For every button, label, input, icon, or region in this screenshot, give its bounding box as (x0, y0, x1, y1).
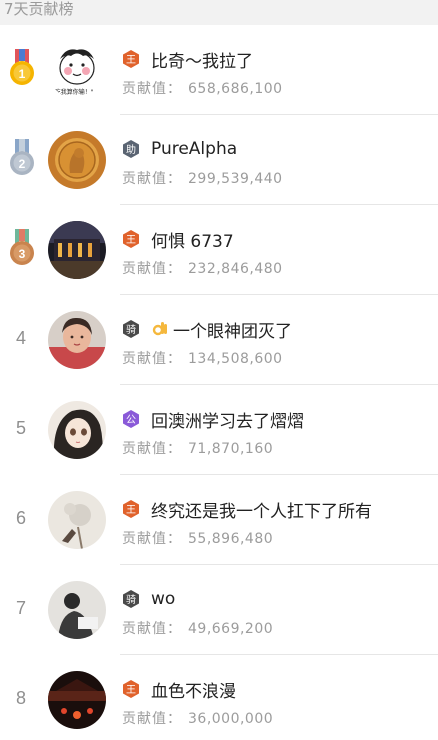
list-item[interactable]: 7 骑 wo 贡献值： 49,669,200 (0, 565, 438, 655)
rank-slot: 3 (6, 205, 38, 295)
contribution-label: 贡献值： (122, 261, 182, 277)
leaderboard-list: 1 "吃我算你输！" 王 比奇～我拉了 贡献值： 658,686,100 2 助… (0, 25, 438, 740)
rank-number: 5 (16, 418, 27, 438)
user-name[interactable]: 终究还是我一个人扛下了所有 (151, 497, 372, 522)
name-line: 骑 一个眼神团灭了 (122, 317, 292, 342)
user-name[interactable]: wo (151, 589, 175, 609)
user-name[interactable]: 一个眼神团灭了 (173, 317, 292, 342)
ok-hand-emoji-icon (152, 322, 167, 336)
contribution-label: 贡献值： (122, 531, 182, 547)
list-item[interactable]: 5 公 回澳洲学习去了熠熠 贡献值： 71,870,160 (0, 385, 438, 475)
knight-badge-icon: 骑 (123, 320, 139, 338)
svg-text:3: 3 (19, 247, 26, 261)
contribution-number: 658,686,100 (188, 81, 283, 97)
svg-text:王: 王 (126, 685, 136, 696)
rank-number: 4 (16, 328, 27, 348)
contribution-number: 134,508,600 (188, 351, 283, 367)
rank-number: 8 (16, 688, 27, 708)
svg-text:骑: 骑 (126, 593, 136, 606)
name-line: 王 何惧 6737 (122, 227, 234, 252)
svg-text:王: 王 (126, 505, 136, 516)
king-badge-icon: 王 (123, 50, 139, 68)
king-badge-icon: 王 (123, 500, 139, 518)
avatar[interactable] (48, 311, 106, 369)
king-badge-icon: 王 (123, 230, 139, 248)
leaderboard-header: 7天贡献榜 (0, 0, 438, 25)
silver-medal-icon: 2 (10, 139, 34, 175)
gold-medal-icon: 1 (10, 49, 34, 85)
avatar[interactable] (48, 581, 106, 639)
contribution-label: 贡献值： (122, 441, 182, 457)
avatar[interactable] (48, 131, 106, 189)
avatar[interactable] (48, 221, 106, 279)
duke-badge-icon: 公 (123, 410, 139, 428)
user-name[interactable]: PureAlpha (151, 139, 237, 159)
contribution-value: 贡献值： 55,896,480 (122, 528, 273, 548)
name-line: 助 PureAlpha (122, 137, 237, 161)
svg-text:骑: 骑 (126, 323, 136, 336)
contribution-number: 49,669,200 (188, 621, 274, 637)
list-item[interactable]: 2 助 PureAlpha 贡献值： 299,539,440 (0, 115, 438, 205)
contribution-value: 贡献值： 36,000,000 (122, 708, 273, 728)
name-line: 王 比奇～我拉了 (122, 47, 253, 72)
list-item[interactable]: 4 骑 一个眼神团灭了 贡献值： 134,508,600 (0, 295, 438, 385)
rank-slot: 8 (6, 655, 38, 740)
avatar[interactable] (48, 491, 106, 549)
avatar-caption: "吃我算你输！" (52, 89, 94, 96)
svg-text:王: 王 (126, 235, 136, 246)
svg-text:助: 助 (126, 143, 136, 156)
name-line: 公 回澳洲学习去了熠熠 (122, 407, 304, 432)
knight-badge-icon: 骑 (123, 590, 139, 608)
contribution-number: 299,539,440 (188, 171, 283, 187)
contribution-value: 贡献值： 232,846,480 (122, 258, 283, 278)
bronze-medal-icon: 3 (10, 229, 34, 265)
list-item[interactable]: 3 王 何惧 6737 贡献值： 232,846,480 (0, 205, 438, 295)
contribution-number: 36,000,000 (188, 711, 274, 727)
contribution-number: 71,870,160 (188, 441, 274, 457)
contribution-label: 贡献值： (122, 351, 182, 367)
contribution-value: 贡献值： 49,669,200 (122, 618, 273, 638)
rank-number: 7 (16, 598, 27, 618)
rank-slot: 6 (6, 475, 38, 565)
rank-slot: 5 (6, 385, 38, 475)
name-line: 骑 wo (122, 587, 175, 611)
contribution-value: 贡献值： 71,870,160 (122, 438, 273, 458)
avatar[interactable] (48, 671, 106, 729)
contribution-value: 贡献值： 658,686,100 (122, 78, 283, 98)
king-badge-icon: 王 (123, 680, 139, 698)
contribution-label: 贡献值： (122, 81, 182, 97)
avatar[interactable] (48, 401, 106, 459)
name-line: 王 血色不浪漫 (122, 677, 236, 702)
rank-slot: 1 (6, 25, 38, 115)
contribution-label: 贡献值： (122, 711, 182, 727)
contribution-label: 贡献值： (122, 621, 182, 637)
contribution-number: 55,896,480 (188, 531, 274, 547)
rank-number: 6 (16, 508, 27, 528)
rank-slot: 7 (6, 565, 38, 655)
svg-text:王: 王 (126, 55, 136, 66)
svg-text:公: 公 (126, 415, 136, 426)
list-item[interactable]: 8 王 血色不浪漫 贡献值： 36,000,000 (0, 655, 438, 740)
svg-text:2: 2 (19, 157, 26, 171)
rank-slot: 4 (6, 295, 38, 385)
user-name[interactable]: 何惧 6737 (151, 227, 234, 252)
name-line: 王 终究还是我一个人扛下了所有 (122, 497, 372, 522)
contribution-value: 贡献值： 134,508,600 (122, 348, 283, 368)
svg-text:1: 1 (19, 67, 26, 81)
list-item[interactable]: 1 "吃我算你输！" 王 比奇～我拉了 贡献值： 658,686,100 (0, 25, 438, 115)
leaderboard-title: 7天贡献榜 (4, 0, 74, 18)
contribution-label: 贡献值： (122, 171, 182, 187)
user-name[interactable]: 回澳洲学习去了熠熠 (151, 407, 304, 432)
contribution-number: 232,846,480 (188, 261, 283, 277)
leaderboard-page: 7天贡献榜 1 "吃我算你输！" 王 比奇～我拉了 贡献值： 658,686,1… (0, 0, 438, 740)
rank-slot: 2 (6, 115, 38, 205)
avatar[interactable]: "吃我算你输！" (48, 41, 106, 99)
helper-badge-icon: 助 (123, 140, 139, 158)
user-name[interactable]: 比奇～我拉了 (151, 47, 253, 72)
contribution-value: 贡献值： 299,539,440 (122, 168, 283, 188)
user-name[interactable]: 血色不浪漫 (151, 677, 236, 702)
list-item[interactable]: 6 王 终究还是我一个人扛下了所有 贡献值： 55,896,480 (0, 475, 438, 565)
